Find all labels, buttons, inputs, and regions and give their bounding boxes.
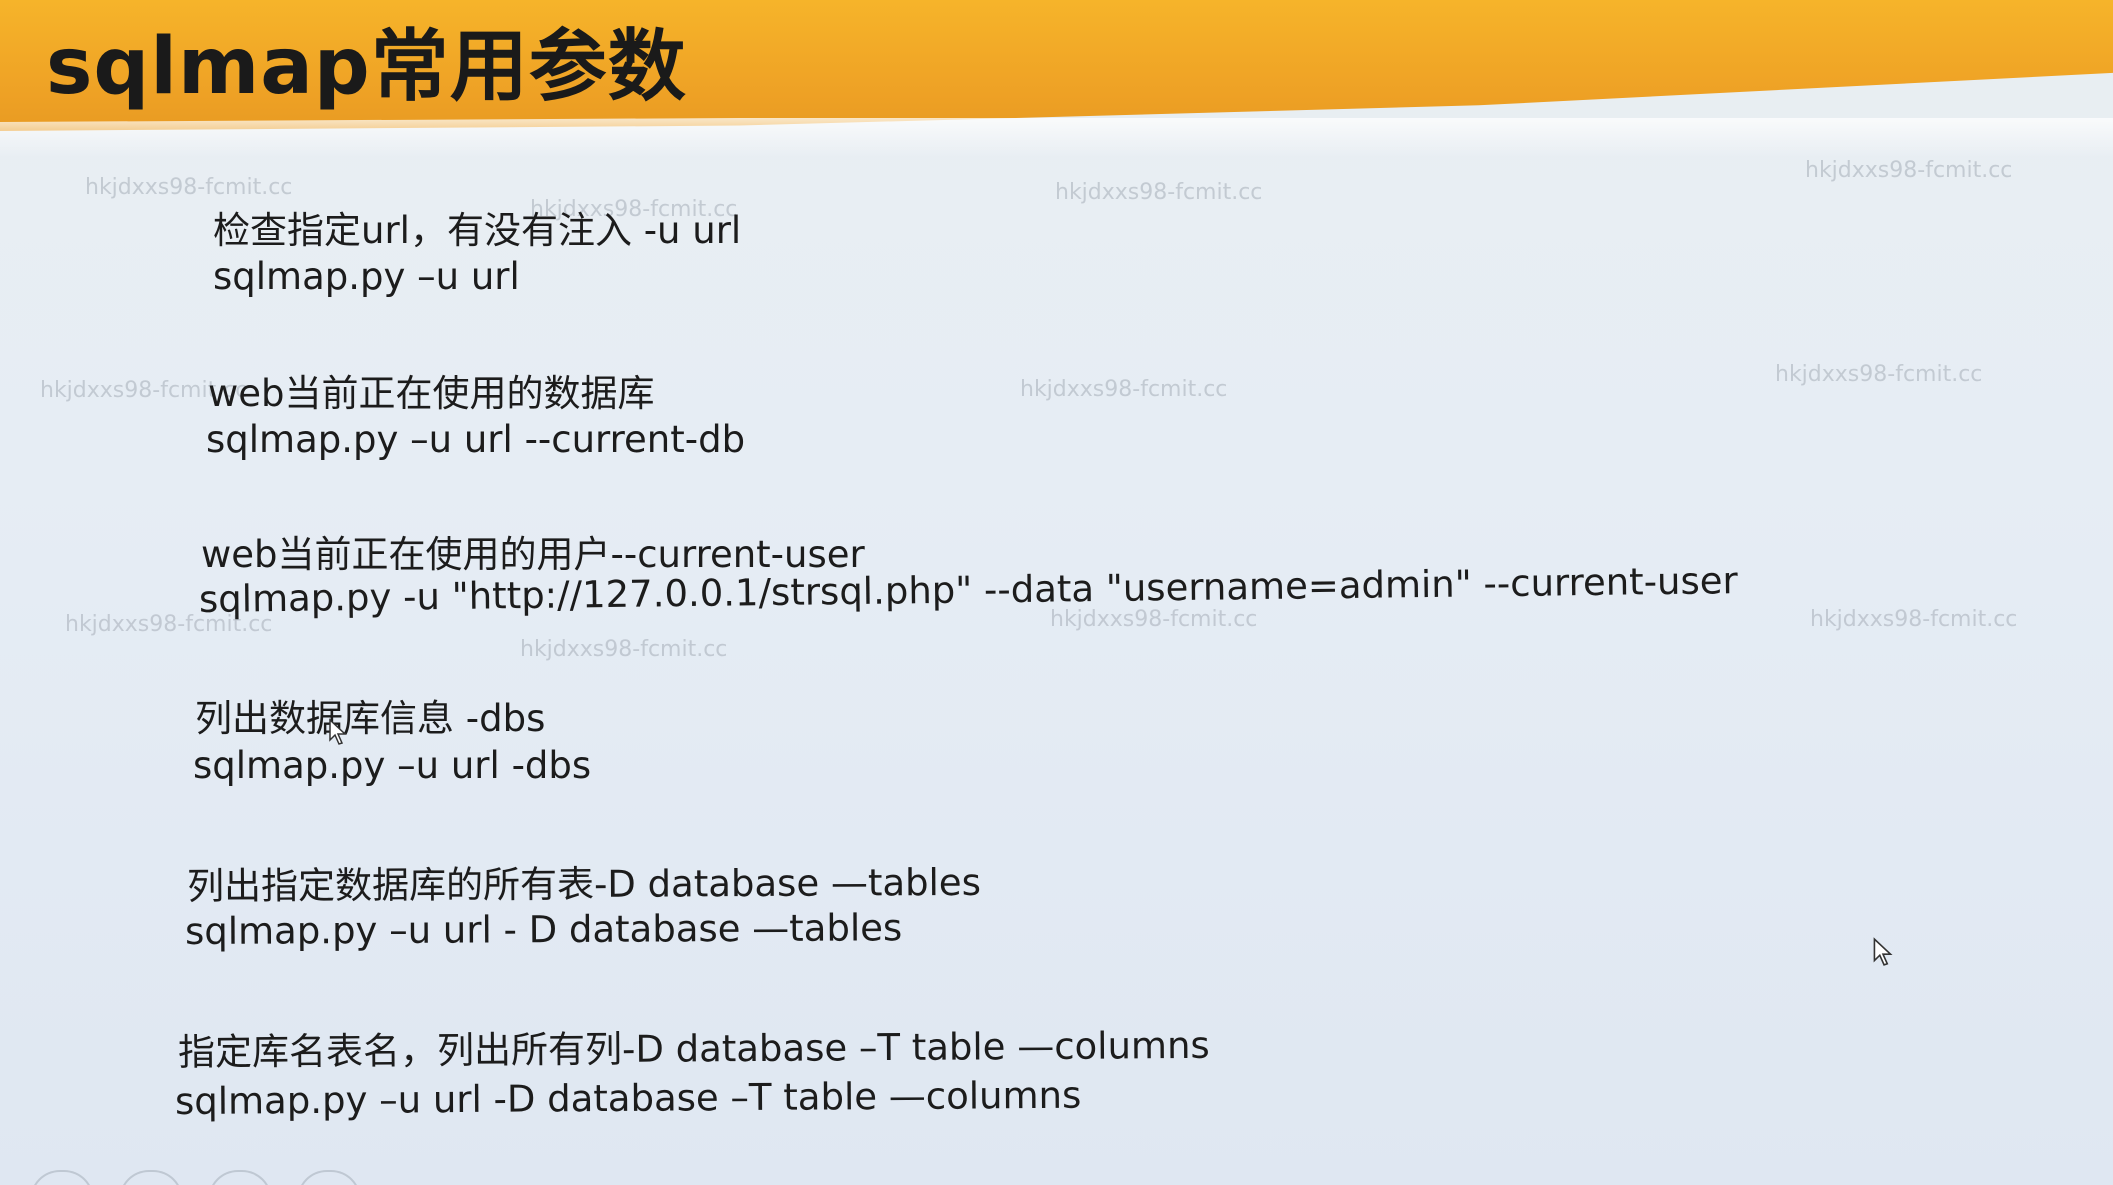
- watermark: hkjdxxs98-fcmit.cc: [1020, 377, 1228, 402]
- watermark: hkjdxxs98-fcmit.cc: [1055, 180, 1263, 205]
- slide: sqlmap常用参数 hkjdxxs98-fcmit.cc hkjdxxs98-…: [0, 0, 2113, 1185]
- section-3-heading: web当前正在使用的用户--current-user: [201, 533, 865, 576]
- section-4-command: sqlmap.py –u url -dbs: [193, 744, 592, 787]
- watermark: hkjdxxs98-fcmit.cc: [1775, 362, 1983, 387]
- watermark: hkjdxxs98-fcmit.cc: [1050, 607, 1258, 632]
- footer-decoration: [30, 1170, 430, 1185]
- title-shine: [0, 118, 2113, 158]
- section-5-heading: 列出指定数据库的所有表-D database —tables: [186, 860, 982, 908]
- section-1-command: sqlmap.py –u url: [213, 255, 520, 298]
- watermark: hkjdxxs98-fcmit.cc: [1805, 158, 2013, 183]
- slide-title: sqlmap常用参数: [46, 22, 687, 112]
- watermark: hkjdxxs98-fcmit.cc: [520, 637, 728, 662]
- section-6-command: sqlmap.py –u url -D database –T table —c…: [174, 1073, 1082, 1123]
- section-6-heading: 指定库名表名，列出所有列-D database –T table —column…: [177, 1023, 1210, 1074]
- section-4-heading: 列出数据库信息 -dbs: [195, 697, 546, 740]
- watermark: hkjdxxs98-fcmit.cc: [85, 175, 293, 200]
- section-2-heading: web当前正在使用的数据库: [208, 372, 655, 415]
- section-2-command: sqlmap.py –u url --current-db: [206, 418, 746, 461]
- section-5-command: sqlmap.py –u url - D database —tables: [184, 906, 903, 953]
- section-1-heading: 检查指定url，有没有注入 -u url: [213, 209, 742, 252]
- watermark: hkjdxxs98-fcmit.cc: [1810, 607, 2018, 632]
